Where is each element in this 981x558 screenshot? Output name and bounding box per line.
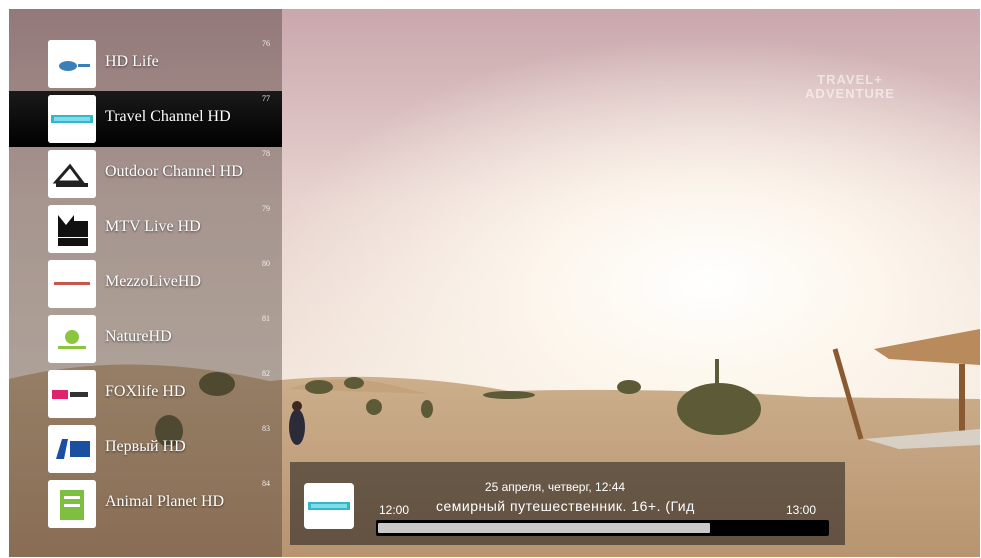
channel-item[interactable]: MezzoLiveHD 80 [9,256,282,312]
current-date-time: 25 апреля, четверг, 12:44 [484,480,626,494]
channel-number: 76 [262,39,270,48]
channel-number: 83 [262,424,270,433]
program-progress-fill [378,523,710,533]
channel-name: Animal Planet HD [105,493,225,510]
channel-item[interactable]: MTV Live HD 79 [9,201,282,257]
channel-name: MTV Live HD [105,218,201,235]
channel-item[interactable]: NatureHD 81 [9,311,282,367]
channel-number: 82 [262,369,270,378]
nature-hd-logo-icon [48,315,96,363]
channel-name: FOXlife HD [105,383,186,400]
program-progress-bar [376,520,829,536]
channel-name: Outdoor Channel HD [105,163,243,180]
channel-name: MezzoLiveHD [105,273,201,290]
hd-life-logo-icon [48,40,96,88]
channel-item-selected[interactable]: Travel Channel HD 77 [9,91,282,147]
animal-planet-logo-icon [48,480,96,528]
mezzo-live-logo-icon [48,260,96,308]
program-title: семирный путешественник. 16+. (Гид [436,498,695,514]
channel-item[interactable]: Animal Planet HD 84 [9,476,282,532]
now-playing-bar: 25 апреля, четверг, 12:44 12:00 семирный… [290,462,845,545]
channel-item[interactable]: Outdoor Channel HD 78 [9,146,282,202]
mtv-live-logo-icon [48,205,96,253]
channel-watermark-icon: TRAVEL+ ADVENTURE [805,72,895,101]
outdoor-channel-logo-icon [48,150,96,198]
channel-number: 78 [262,149,270,158]
program-end-time: 13:00 [786,503,817,517]
channel-number: 77 [262,94,270,103]
channel-name: NatureHD [105,328,172,345]
channel-name: HD Life [105,53,159,70]
channel-item[interactable]: HD Life 76 [9,36,282,92]
travel-channel-logo-icon [48,95,96,143]
channel-list: HD Life 76 Travel Channel HD 77 Outdoor … [9,9,282,557]
channel-name: Первый HD [105,438,186,455]
channel-number: 81 [262,314,270,323]
channel-item[interactable]: FOXlife HD 82 [9,366,282,422]
perviy-hd-logo-icon [48,425,96,473]
program-start-time: 12:00 [379,503,410,517]
tv-screen: TRAVEL+ ADVENTURE HD Life 76 Travel Chann… [9,9,980,557]
channel-number: 84 [262,479,270,488]
channel-number: 79 [262,204,270,213]
channel-name: Travel Channel HD [105,108,231,125]
travel-channel-logo-icon [304,483,354,529]
channel-item[interactable]: Первый HD 83 [9,421,282,477]
foxlife-logo-icon [48,370,96,418]
channel-number: 80 [262,259,270,268]
